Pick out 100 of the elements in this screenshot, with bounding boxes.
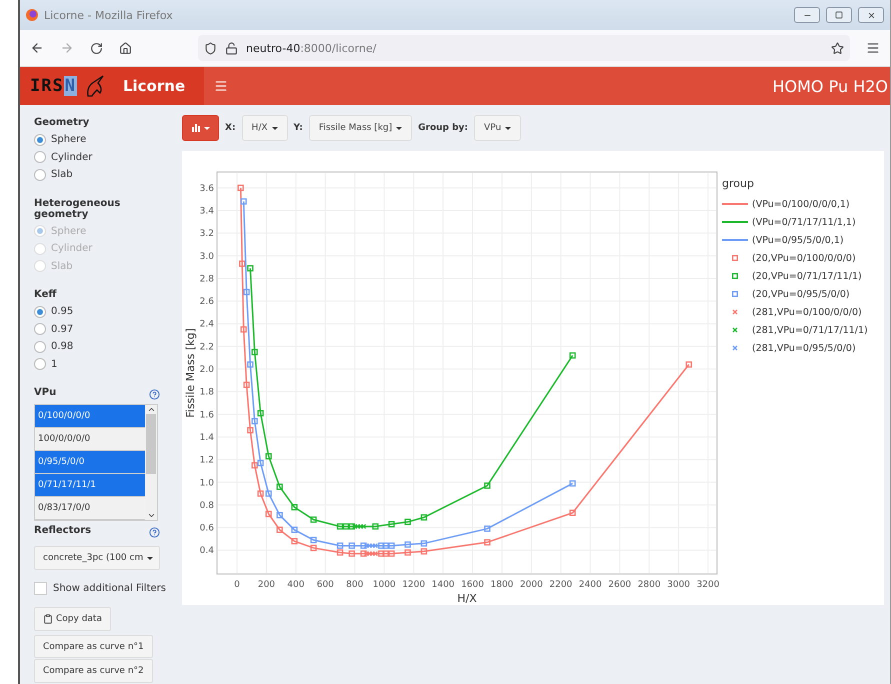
point: [364, 543, 370, 548]
list-item[interactable]: 0/83/17/0/0: [35, 497, 145, 520]
point: [310, 536, 317, 544]
help-icon[interactable]: [149, 526, 160, 538]
list-item[interactable]: 0/95/5/0/0: [35, 451, 145, 474]
address-bar[interactable]: neutro-40:8000/licorne/: [198, 35, 850, 61]
point: [484, 526, 490, 532]
copy-button[interactable]: Copy data: [34, 607, 111, 631]
point: [569, 510, 576, 516]
point: [257, 410, 264, 416]
x-tick-label: 800: [346, 580, 364, 590]
point: [404, 541, 411, 548]
point: [348, 550, 355, 557]
x-tick-label: 3000: [667, 580, 690, 590]
reload-icon[interactable]: [90, 42, 103, 54]
maximize-button[interactable]: [826, 7, 852, 23]
x-tick-label: 600: [316, 580, 334, 590]
lock-icon: [225, 42, 238, 54]
point: [420, 514, 428, 521]
filters-checkbox[interactable]: Show additional Filters: [34, 582, 172, 596]
x-tick-label: 1600: [461, 580, 484, 590]
point: [366, 543, 372, 548]
point: [247, 265, 254, 272]
star-icon[interactable]: [831, 42, 844, 54]
back-icon[interactable]: [30, 41, 44, 55]
point: [370, 550, 376, 556]
radio-label: Cylinder: [51, 152, 92, 163]
compare-button[interactable]: Compare as curve n°1: [34, 634, 153, 658]
legend-label: (20,VPu=0/71/17/11/1): [752, 270, 862, 282]
radio-label: 0.97: [51, 324, 74, 335]
legend-label: (20,VPu=0/95/5/0/0): [752, 288, 850, 300]
forward-icon[interactable]: [60, 41, 74, 55]
reflector-dropdown[interactable]: concrete_3pc (100 cm: [34, 546, 160, 570]
help-icon[interactable]: [149, 388, 160, 400]
radio-button[interactable]: [34, 134, 46, 146]
group-title: Heterogeneous geometry: [34, 198, 122, 220]
y-tick-label: 0.4: [200, 546, 214, 556]
point: [336, 542, 344, 549]
y-label: Y:: [294, 123, 303, 133]
radio-button[interactable]: [34, 168, 46, 181]
y-tick-label: 1.0: [200, 478, 214, 488]
point: [569, 352, 576, 359]
scroll-down-icon[interactable]: [146, 511, 156, 520]
group-dropdown[interactable]: VPu: [474, 115, 522, 141]
page-title: HOMO Pu H2O: [772, 76, 888, 96]
x-label: X:: [225, 123, 236, 133]
point: [370, 543, 376, 548]
point: [252, 462, 258, 468]
point: [404, 549, 411, 556]
group-title: Reflectors: [34, 525, 92, 536]
point: [364, 550, 370, 556]
menu-icon[interactable]: [214, 79, 228, 93]
group-title: Keff: [34, 289, 58, 300]
chart-type-button[interactable]: [182, 115, 219, 141]
x-tick-label: 400: [287, 580, 304, 590]
y-tick-label: 2.0: [200, 365, 214, 376]
radio-button[interactable]: [34, 306, 46, 318]
y-tick-label: 2.2: [200, 342, 214, 352]
legend-title: group: [722, 177, 755, 190]
x-tick-label: 1000: [372, 580, 396, 590]
point: [360, 542, 367, 549]
legend-label: (281,VPu=0/71/17/11/1): [752, 324, 868, 336]
y-tick-label: 2.6: [200, 297, 214, 308]
point: [420, 548, 428, 554]
point: [484, 482, 490, 489]
radio-button[interactable]: [34, 323, 46, 336]
point: [240, 326, 247, 333]
close-button[interactable]: [858, 7, 884, 23]
point: [348, 542, 355, 549]
y-tick-label: 0.6: [200, 524, 214, 534]
menu-icon[interactable]: [866, 41, 880, 55]
point: [247, 361, 254, 368]
compare-button[interactable]: Compare as curve n°2: [34, 659, 153, 683]
radio-button[interactable]: [34, 358, 46, 370]
point: [336, 523, 344, 530]
list-item[interactable]: 0/100/0/0/0: [35, 405, 145, 428]
y-dropdown[interactable]: Fissile Mass [kg]: [308, 115, 412, 141]
point: [239, 260, 246, 267]
point: [276, 484, 283, 490]
point: [355, 524, 360, 530]
minimize-button[interactable]: [794, 7, 820, 23]
home-icon[interactable]: [119, 42, 132, 54]
scroll-up-icon[interactable]: [146, 405, 156, 414]
list-item[interactable]: 100/0/0/0/0: [35, 428, 145, 451]
radio-label: 0.95: [51, 306, 74, 318]
url-host: neutro-40: [246, 42, 300, 54]
y-tick-label: 3.4: [200, 206, 214, 216]
radio-button[interactable]: [34, 340, 46, 353]
point: [372, 523, 379, 530]
y-tick-label: 1.6: [200, 410, 214, 420]
scrollbar-thumb[interactable]: [146, 414, 156, 474]
list-item[interactable]: 0/71/17/11/1: [35, 474, 145, 497]
app-name: Licorne: [122, 77, 186, 95]
radio-label: 1: [51, 358, 58, 370]
point: [257, 490, 264, 497]
shield-icon: [204, 42, 217, 54]
radio-button[interactable]: [34, 151, 46, 164]
vpu-listbox[interactable]: 0/100/0/0/0 100/0/0/0/0 0/95/5/0/0 0/71/17/11/1 0/83/17/0/0: [34, 404, 158, 521]
x-dropdown[interactable]: H/X: [242, 115, 288, 141]
point: [372, 550, 378, 556]
